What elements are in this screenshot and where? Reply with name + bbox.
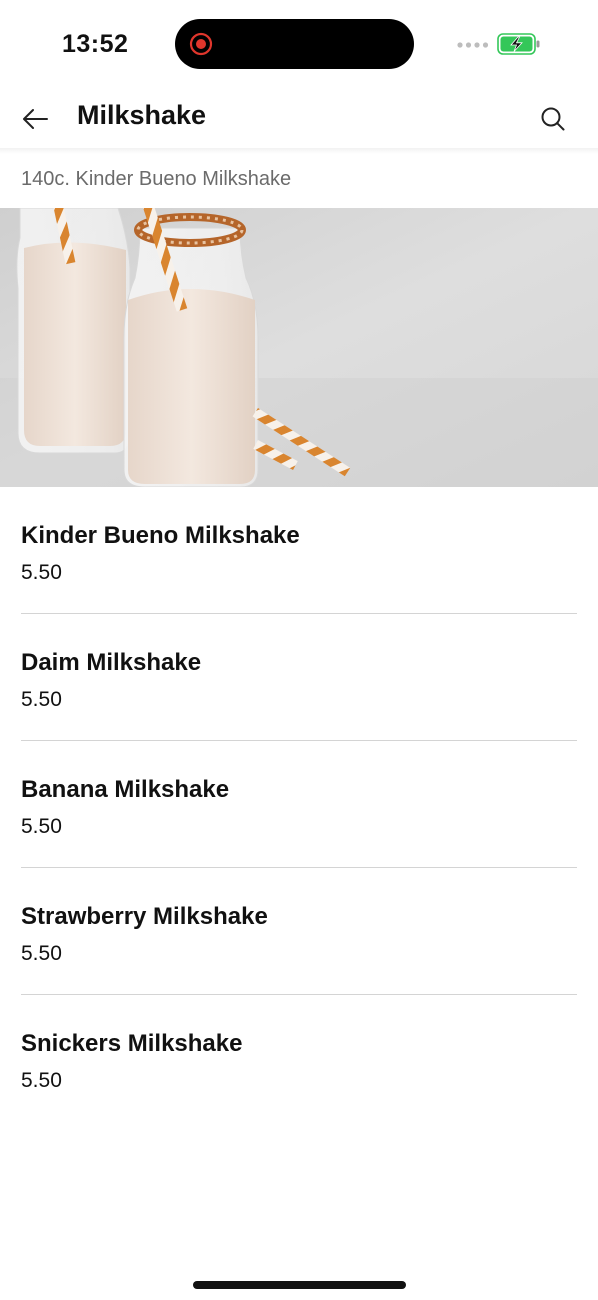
- menu-item[interactable]: Kinder Bueno Milkshake 5.50: [21, 487, 577, 614]
- milkshake-photo: [0, 208, 598, 487]
- battery-charging-icon: [497, 33, 540, 55]
- dynamic-island: [175, 19, 414, 69]
- page-title: Milkshake: [77, 100, 207, 130]
- menu-item[interactable]: Daim Milkshake 5.50: [21, 614, 577, 741]
- item-name: Strawberry Milkshake: [21, 903, 268, 930]
- back-button[interactable]: [18, 102, 52, 136]
- status-time: 13:52: [62, 30, 129, 58]
- item-price: 5.50: [21, 1069, 62, 1092]
- arrow-left-icon: [23, 109, 48, 129]
- app-screen: 13:52 Milkshake 140c. Kinder Bueno Milks…: [0, 0, 598, 1300]
- item-price: 5.50: [21, 561, 62, 584]
- menu-item[interactable]: Banana Milkshake 5.50: [21, 741, 577, 868]
- item-name: Banana Milkshake: [21, 776, 230, 803]
- status-bar: 13:52: [0, 0, 598, 90]
- app-header: Milkshake: [0, 90, 598, 148]
- item-name: Daim Milkshake: [21, 649, 202, 676]
- signal-dots-icon: [457, 42, 489, 48]
- menu-item[interactable]: Snickers Milkshake 5.50: [21, 995, 577, 1121]
- item-price: 5.50: [21, 942, 62, 965]
- home-indicator[interactable]: [193, 1281, 406, 1289]
- hero-image: [0, 208, 598, 487]
- item-name: Kinder Bueno Milkshake: [21, 522, 300, 549]
- item-price: 5.50: [21, 815, 62, 838]
- section-heading: 140c. Kinder Bueno Milkshake: [21, 168, 292, 190]
- search-icon: [541, 107, 565, 131]
- menu-item-list: Kinder Bueno Milkshake 5.50 Daim Milksha…: [21, 487, 577, 1121]
- search-button[interactable]: [536, 102, 570, 136]
- item-name: Snickers Milkshake: [21, 1030, 243, 1057]
- item-price: 5.50: [21, 688, 62, 711]
- menu-item[interactable]: Strawberry Milkshake 5.50: [21, 868, 577, 995]
- header-divider: [0, 148, 598, 154]
- record-icon: [189, 32, 213, 56]
